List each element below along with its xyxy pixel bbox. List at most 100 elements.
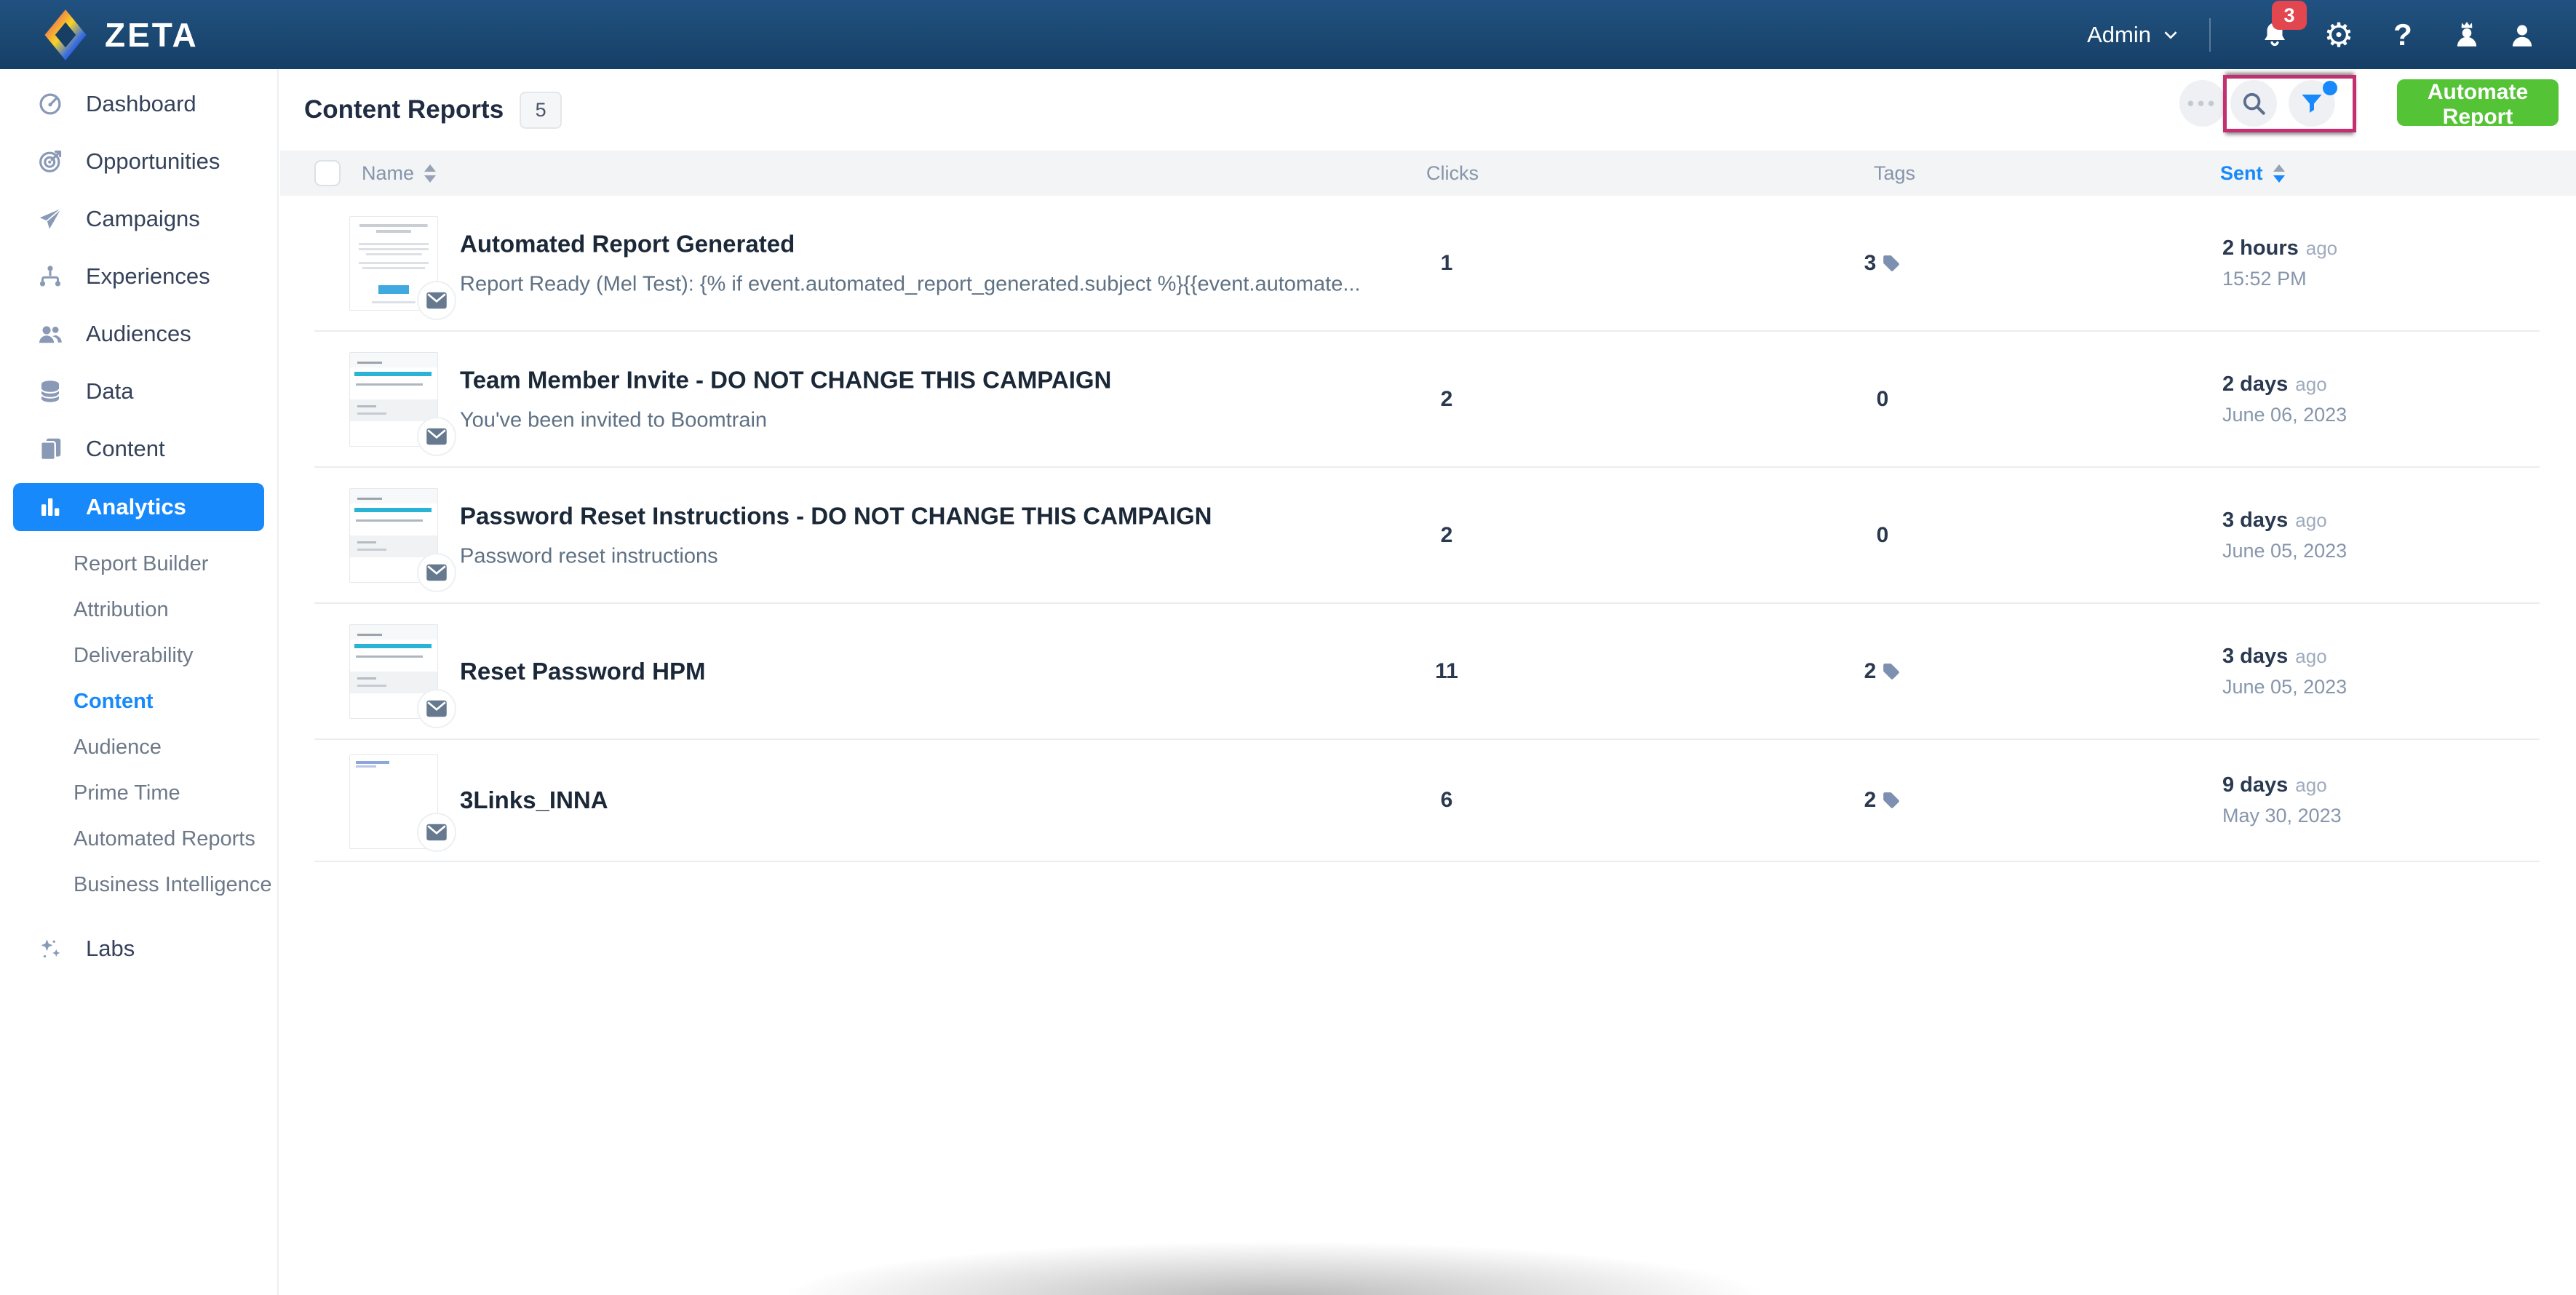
report-name: Team Member Invite - DO NOT CHANGE THIS … [460,366,1111,394]
target-icon [36,148,64,175]
sidebar-subitem-business-intelligence[interactable]: Business Intelligence [0,862,277,908]
sent-cell: 9 daysago May 30, 2023 [2222,773,2342,827]
notification-count-badge: 3 [2272,1,2307,30]
app-window: ZETA Admin 3 ⚙ [0,0,2576,1295]
tags-cell: 0 [1842,523,1923,548]
email-channel-badge [417,417,456,456]
sidebar-item-labs[interactable]: Labs [0,920,277,977]
sidebar-item-campaigns[interactable]: Campaigns [0,190,277,247]
table-row[interactable]: Team Member Invite - DO NOT CHANGE THIS … [314,332,2540,468]
gear-icon: ⚙ [2323,18,2353,52]
sort-name-button[interactable] [424,164,436,183]
help-icon: ? [2393,17,2412,52]
dashboard-icon [36,90,64,118]
email-channel-badge [417,689,456,728]
toolbar: Content Reports 5 ••• [280,69,2576,151]
sent-detail: June 05, 2023 [2222,676,2347,698]
help-button[interactable]: ? [2371,17,2435,52]
sent-relative: 2 days [2222,372,2288,396]
sent-relative: 3 days [2222,509,2288,532]
brand-name: ZETA [105,15,199,55]
sort-sent-button[interactable] [2273,164,2285,183]
envelope-icon [426,563,448,582]
sent-ago-label: ago [2295,509,2326,531]
clicks-value: 2 [1403,387,1490,412]
sent-ago-label: ago [2295,373,2326,395]
user-icon [2507,20,2537,50]
sent-cell: 3 daysago June 05, 2023 [2222,509,2347,562]
sparkles-icon [36,935,64,963]
users-icon [36,320,64,348]
sent-ago-label: ago [2306,237,2337,259]
sitemap-icon [36,263,64,290]
tags-value: 3 [1864,251,1877,276]
sidebar-item-experiences[interactable]: Experiences [0,247,277,305]
admin-dropdown[interactable]: Admin [2087,22,2180,48]
profile-button[interactable] [2499,20,2545,50]
tags-value: 2 [1864,659,1877,684]
admin-users-button[interactable] [2435,20,2499,50]
table-row[interactable]: Automated Report Generated Report Ready … [314,196,2540,332]
tag-icon [1882,254,1901,273]
tags-cell: 0 [1842,387,1923,412]
filter-active-dot [2323,81,2337,95]
sidebar-item-opportunities[interactable]: Opportunities [0,132,277,190]
table-row[interactable]: Password Reset Instructions - DO NOT CHA… [314,468,2540,604]
envelope-icon [426,291,448,310]
email-channel-badge [417,813,456,852]
bar-chart-icon [36,493,64,521]
tags-cell: 2 [1842,788,1923,813]
filter-funnel-icon [2299,90,2325,116]
admin-label: Admin [2087,22,2151,48]
report-name: Automated Report Generated [460,230,1361,258]
report-list: Automated Report Generated Report Ready … [280,196,2576,862]
sidebar-subitem-report-builder[interactable]: Report Builder [0,541,277,587]
sidebar-item-data[interactable]: Data [0,362,277,420]
clicks-value: 1 [1403,251,1490,276]
table-row[interactable]: 3Links_INNA 6 2 9 daysago May 30, 2023 [314,740,2540,862]
automate-report-button[interactable]: Automate Report [2397,79,2559,126]
report-subject: Password reset instructions [460,544,1212,568]
database-icon [36,378,64,405]
zeta-logo[interactable]: ZETA [38,0,199,69]
envelope-icon [426,699,448,718]
tag-icon [1882,791,1901,810]
sidebar-item-dashboard[interactable]: Dashboard [0,75,277,132]
main-content: Content Reports 5 ••• [280,69,2576,1295]
sidebar-subitem-deliverability[interactable]: Deliverability [0,633,277,679]
email-channel-badge [417,281,456,320]
select-all-checkbox[interactable] [314,160,341,186]
report-name: Password Reset Instructions - DO NOT CHA… [460,502,1212,530]
tags-value: 0 [1877,523,1889,548]
sidebar-subitem-content[interactable]: Content [0,679,277,725]
sent-relative: 2 hours [2222,236,2299,260]
sent-cell: 3 daysago June 05, 2023 [2222,645,2347,698]
sent-detail: June 06, 2023 [2222,404,2347,426]
sent-detail: 15:52 PM [2222,268,2337,290]
table-row[interactable]: Reset Password HPM 11 2 3 daysago June 0… [314,604,2540,740]
table-header: Name Clicks Tags Sent [280,151,2576,196]
sidebar-item-content[interactable]: Content [0,420,277,477]
sidebar-item-audiences[interactable]: Audiences [0,305,277,362]
search-button[interactable] [2230,80,2277,127]
notifications-button[interactable]: 3 [2243,20,2307,50]
zeta-diamond-icon [38,7,93,63]
report-count-badge: 5 [520,92,562,129]
sent-relative: 9 days [2222,773,2288,797]
envelope-icon [426,823,448,842]
sidebar-item-analytics[interactable]: Analytics [13,483,264,531]
email-channel-badge [417,553,456,592]
settings-button[interactable]: ⚙ [2307,18,2371,52]
tags-cell: 3 [1842,251,1923,276]
sidebar-subitem-prime-time[interactable]: Prime Time [0,770,277,816]
page-title: Content Reports [304,95,504,124]
sidebar-subitem-automated-reports[interactable]: Automated Reports [0,816,277,862]
ellipsis-icon: ••• [2187,92,2218,115]
sent-relative: 3 days [2222,645,2288,668]
sidebar-subitem-audience[interactable]: Audience [0,725,277,770]
tags-cell: 2 [1842,659,1923,684]
report-name: 3Links_INNA [460,786,608,814]
sidebar-subitem-attribution[interactable]: Attribution [0,587,277,633]
clicks-value: 2 [1403,523,1490,548]
more-actions-button[interactable]: ••• [2179,80,2226,127]
